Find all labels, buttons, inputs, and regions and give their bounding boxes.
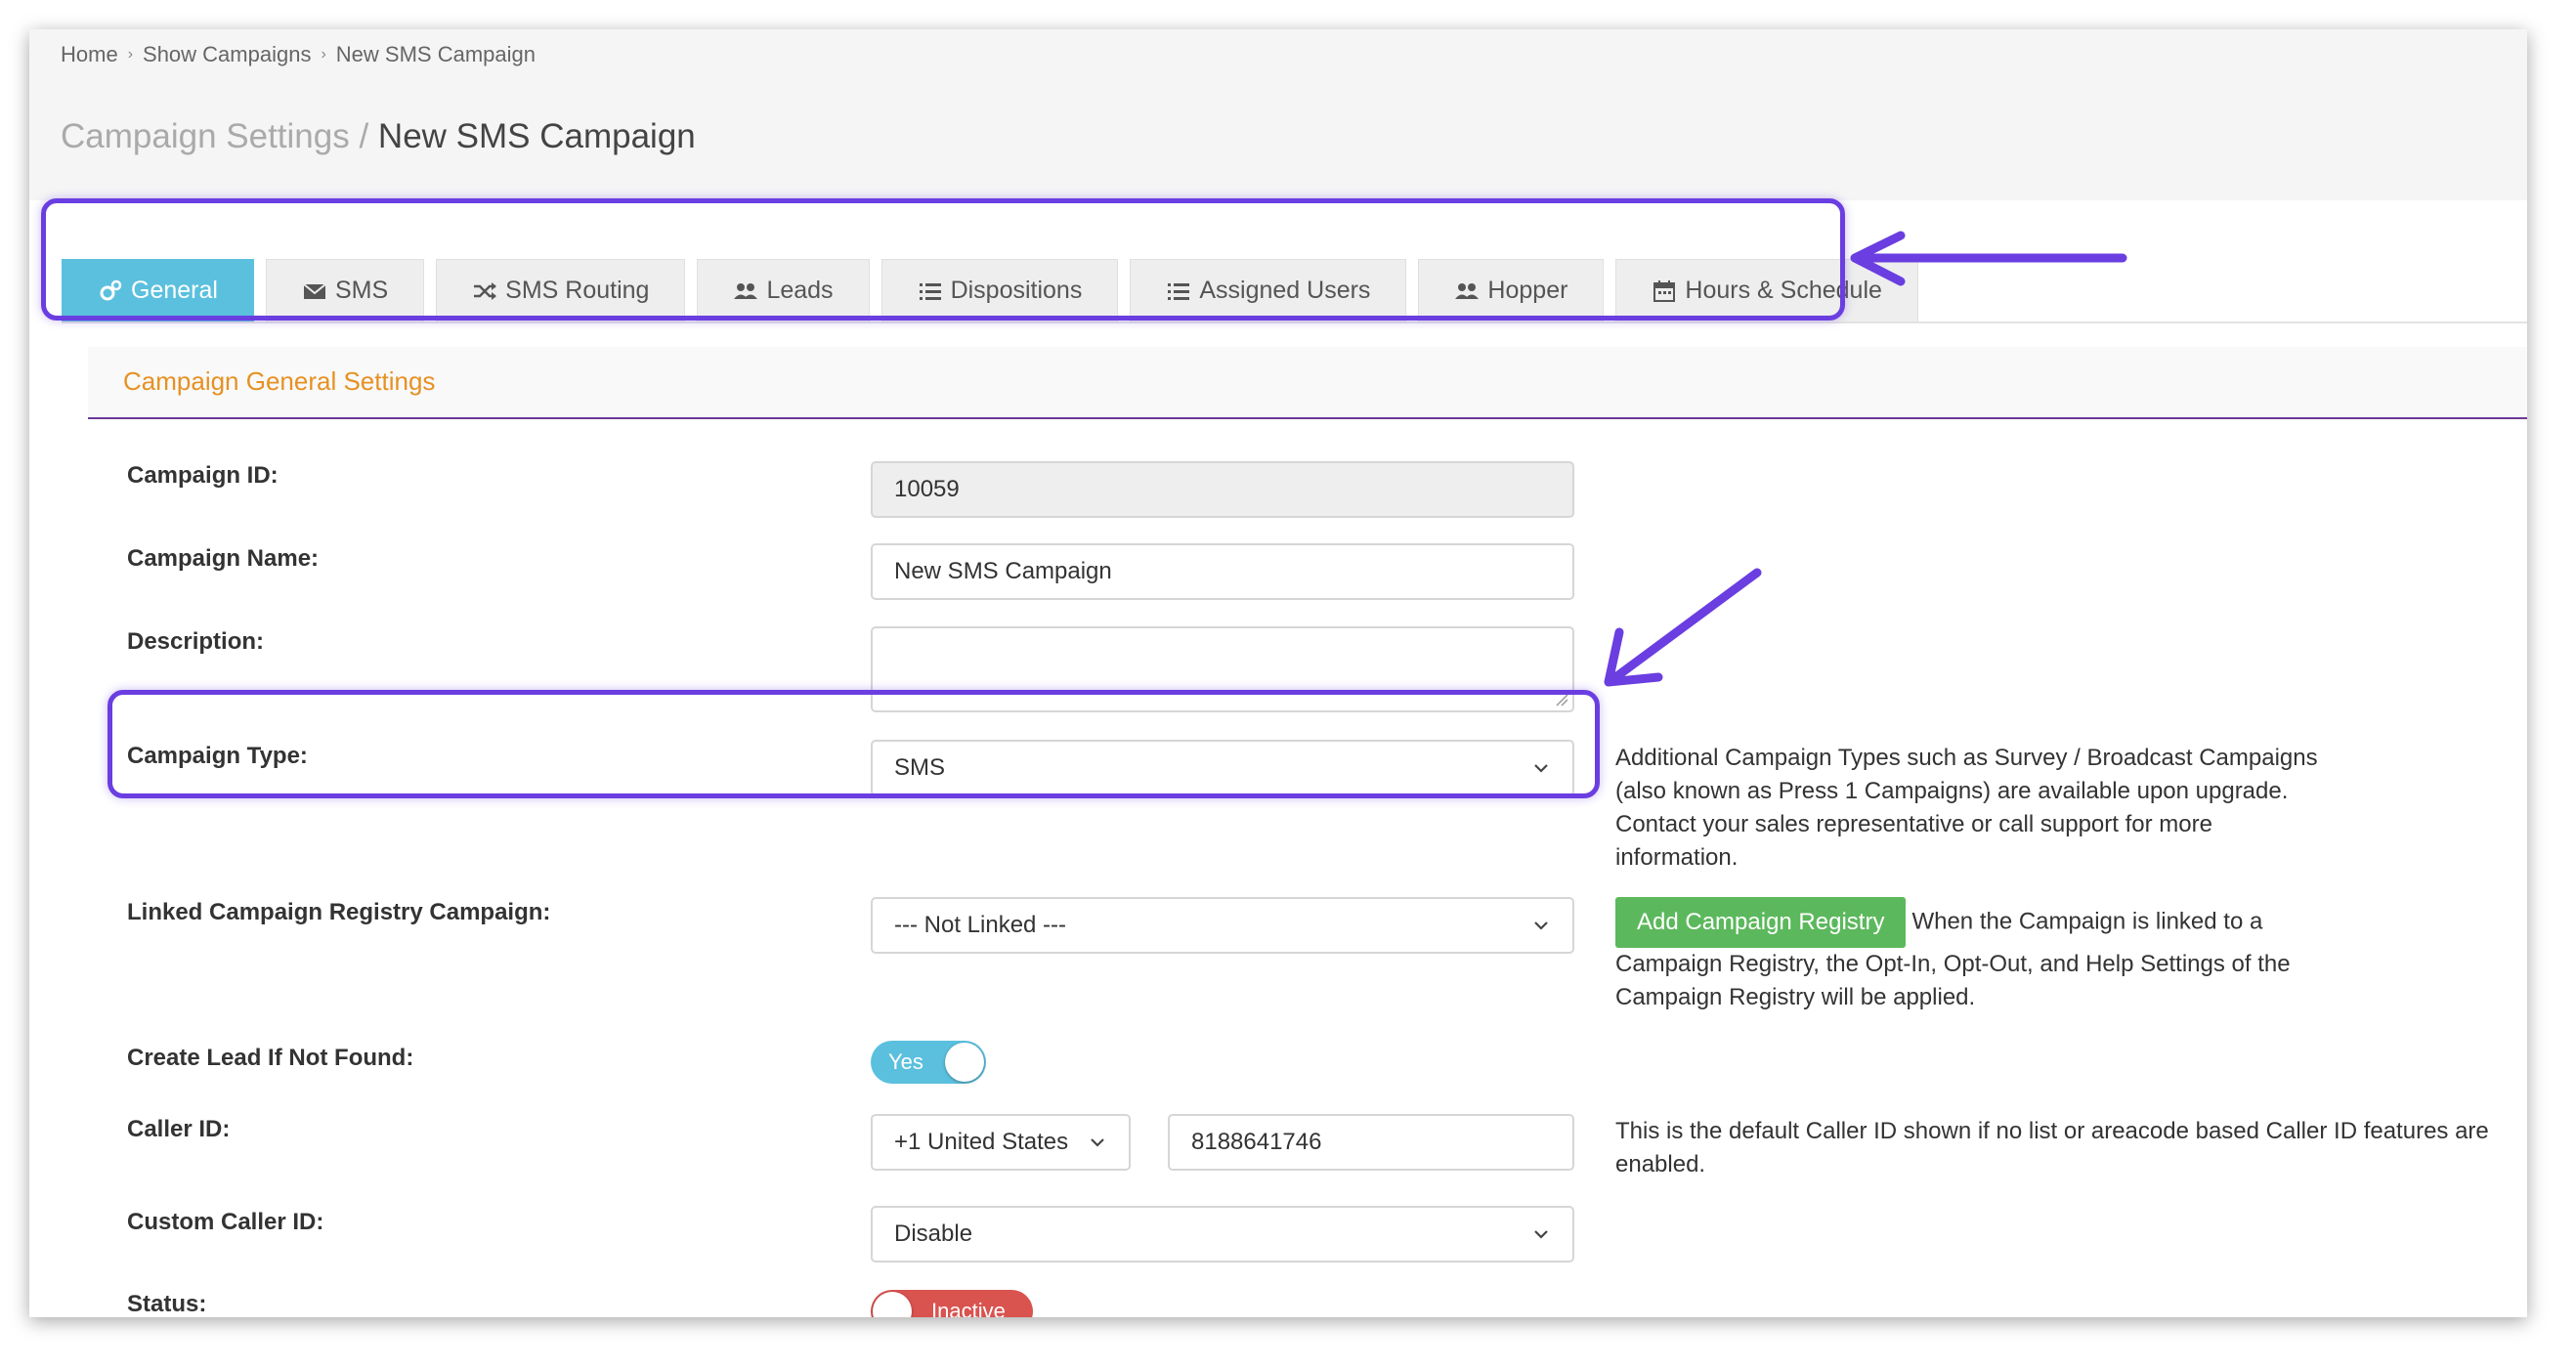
campaign-type-select[interactable]: SMS [871, 740, 1574, 796]
tab-sms-routing[interactable]: SMS Routing [436, 259, 686, 321]
envelope-icon [303, 282, 326, 299]
tab-assigned-users[interactable]: Assigned Users [1130, 259, 1407, 321]
tab-hopper-label: Hopper [1487, 277, 1568, 304]
list-ol-icon [1168, 282, 1190, 300]
tab-hours-schedule[interactable]: Hours & Schedule [1615, 259, 1918, 321]
create-lead-label: Create Lead If Not Found: [127, 1045, 414, 1071]
description-textarea[interactable] [871, 626, 1574, 712]
section-title: Campaign General Settings [123, 366, 436, 396]
breadcrumb-separator-icon: › [127, 46, 134, 63]
section-header: Campaign General Settings [88, 347, 2527, 419]
caller-id-label: Caller ID: [127, 1116, 231, 1142]
app-window: Home › Show Campaigns › New SMS Campaign… [29, 29, 2527, 1317]
calendar-icon [1653, 279, 1676, 302]
page-title: Campaign Settings / New SMS Campaign [61, 117, 696, 156]
tab-leads[interactable]: Leads [697, 259, 870, 321]
tab-sms-label: SMS [334, 277, 389, 304]
breadcrumb-separator-icon: › [321, 46, 326, 63]
create-lead-toggle-label: Yes [888, 1049, 923, 1074]
create-lead-toggle[interactable]: Yes [871, 1041, 986, 1084]
users-icon [1455, 282, 1480, 299]
campaign-type-value: SMS [894, 754, 946, 781]
chevron-down-icon [1534, 1230, 1548, 1239]
campaign-name-input[interactable]: New SMS Campaign [871, 543, 1574, 600]
campaign-id-field: 10059 [871, 461, 1574, 518]
page-title-name: New SMS Campaign [377, 117, 696, 155]
breadcrumb-show-campaigns[interactable]: Show Campaigns [143, 42, 311, 67]
description-label: Description: [127, 628, 265, 655]
page-title-separator: / [349, 117, 378, 155]
breadcrumb-current: New SMS Campaign [335, 42, 536, 66]
custom-caller-id-select[interactable]: Disable [871, 1206, 1574, 1263]
custom-caller-id-label: Custom Caller ID: [127, 1209, 324, 1235]
gears-icon [100, 279, 122, 300]
tab-general-label: General [131, 277, 218, 304]
tab-general[interactable]: General [62, 259, 254, 321]
linked-registry-label: Linked Campaign Registry Campaign: [127, 899, 551, 925]
toggle-knob [945, 1043, 984, 1082]
campaign-id-value: 10059 [894, 476, 960, 502]
linked-registry-select[interactable]: --- Not Linked --- [871, 897, 1574, 954]
chevron-down-icon [1534, 921, 1548, 930]
list-icon [919, 282, 941, 300]
tab-bar: General SMS SMS Routing Leads Dispositio… [62, 259, 1930, 321]
breadcrumb: Home › Show Campaigns › New SMS Campaign [61, 37, 536, 72]
status-label: Status: [127, 1291, 207, 1317]
linked-registry-help-block: Add Campaign Registry When the Campaign i… [1615, 897, 2319, 1014]
page-title-section: Campaign Settings [61, 117, 350, 155]
random-icon [474, 281, 497, 300]
status-toggle[interactable]: Inactive [871, 1290, 1033, 1317]
caller-id-help: This is the default Caller ID shown if n… [1615, 1118, 2489, 1177]
tab-hopper[interactable]: Hopper [1418, 259, 1605, 321]
tab-hours-schedule-label: Hours & Schedule [1685, 277, 1882, 304]
users-icon [734, 282, 758, 299]
tabs-divider [62, 321, 2527, 323]
caller-id-number-value: 8188641746 [1191, 1129, 1322, 1155]
tab-sms[interactable]: SMS [265, 259, 425, 321]
breadcrumb-home[interactable]: Home [61, 42, 118, 67]
toggle-knob [873, 1292, 912, 1317]
chevron-down-icon [1534, 764, 1548, 773]
campaign-id-label: Campaign ID: [127, 462, 279, 489]
tab-sms-routing-label: SMS Routing [505, 277, 650, 304]
campaign-type-label: Campaign Type: [127, 743, 308, 769]
tab-dispositions[interactable]: Dispositions [880, 259, 1119, 321]
chevron-down-icon [1091, 1138, 1104, 1147]
campaign-name-label: Campaign Name: [127, 545, 320, 572]
caller-id-country-value: +1 United States [894, 1129, 1069, 1155]
tab-dispositions-label: Dispositions [950, 277, 1083, 304]
add-campaign-registry-button[interactable]: Add Campaign Registry [1615, 897, 1907, 948]
content-panel: General SMS SMS Routing Leads Dispositio… [29, 200, 2527, 1317]
tab-assigned-users-label: Assigned Users [1199, 277, 1371, 304]
tab-leads-label: Leads [766, 277, 834, 304]
resize-handle-icon[interactable] [1555, 693, 1568, 706]
campaign-type-help: Additional Campaign Types such as Survey… [1615, 745, 2318, 871]
custom-caller-id-value: Disable [894, 1220, 973, 1247]
status-toggle-label: Inactive [931, 1299, 1006, 1317]
linked-registry-value: --- Not Linked --- [894, 912, 1067, 938]
caller-id-number-input[interactable]: 8188641746 [1168, 1114, 1574, 1171]
campaign-name-value: New SMS Campaign [894, 558, 1112, 584]
caller-id-country-select[interactable]: +1 United States [871, 1114, 1131, 1171]
